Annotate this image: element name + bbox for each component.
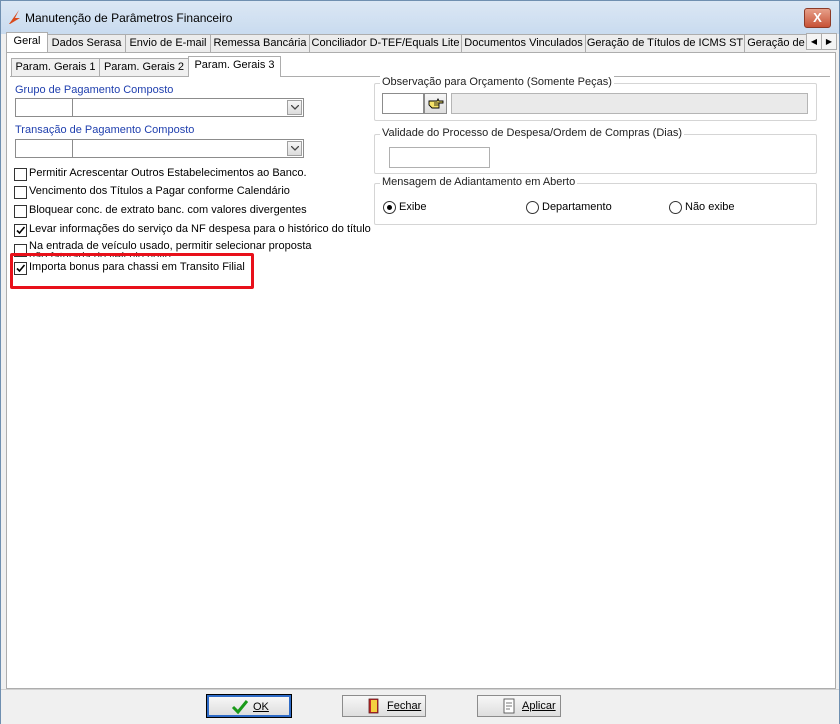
check-icon [16,226,26,235]
tab-scroll-left-button[interactable]: ◀ [806,33,822,50]
mensagem-adiantamento-title: Mensagem de Adiantamento em Aberto [380,176,578,188]
validade-processo-title: Validade do Processo de Despesa/Ordem de… [380,127,684,139]
checkbox-box[interactable] [14,224,27,237]
aplicar-button[interactable]: Aplicar [477,695,561,717]
checkbox-label: Importa bonus para chassi em Transito Fi… [29,261,245,273]
tab-geracao-icms-st[interactable]: Geração de Títulos de ICMS ST [585,34,745,52]
checkbox-label: Vencimento dos Títulos a Pagar conforme … [29,185,290,197]
subtab-param-gerais-3[interactable]: Param. Gerais 3 [188,56,281,77]
subtab-param-gerais-1[interactable]: Param. Gerais 1 [11,58,100,76]
checkbox-box[interactable] [14,205,27,218]
radio-button[interactable] [383,201,396,214]
chevron-down-icon[interactable] [287,100,302,115]
validade-processo-group: Validade do Processo de Despesa/Ordem de… [374,127,817,174]
param-gerais-3-content: Grupo de Pagamento Composto Transação de… [10,76,830,685]
checkmark-icon [231,700,249,715]
ok-label: OK [253,701,269,713]
title-bar: Manutenção de Parâmetros Financeiro X [1,1,839,34]
transacao-pagamento-select[interactable] [72,139,304,158]
observacao-orcamento-title: Observação para Orçamento (Somente Peças… [380,76,614,88]
transacao-pagamento-code-input[interactable] [15,139,73,158]
app-logo-icon [9,10,20,24]
tab-conciliador[interactable]: Conciliador D-TEF/Equals Lite [309,34,462,52]
close-button[interactable]: X [804,8,831,28]
checkbox-label: Permitir Acrescentar Outros Estabelecime… [29,167,307,179]
footer-bar: OK Fechar Aplicar [1,689,839,724]
sub-tab-strip: Param. Gerais 1 Param. Gerais 2 Param. G… [11,56,411,77]
window: Manutenção de Parâmetros Financeiro X Ge… [0,0,840,724]
tab-geracao-de[interactable]: Geração de [744,34,806,52]
ok-button[interactable]: OK [206,694,292,718]
checkbox-box[interactable] [14,262,27,275]
tab-envio-email[interactable]: Envio de E-mail [125,34,211,52]
grupo-pagamento-label: Grupo de Pagamento Composto [15,84,174,96]
geral-panel: Param. Gerais 1 Param. Gerais 2 Param. G… [6,52,836,689]
radio-label: Departamento [542,201,612,213]
observacao-desc-field [451,93,808,114]
observacao-orcamento-group: Observação para Orçamento (Somente Peças… [374,76,817,121]
radio-button[interactable] [526,201,539,214]
tab-scroll-right-button[interactable]: ▶ [821,33,837,50]
aplicar-label: Aplicar [522,700,556,712]
chevron-down-icon[interactable] [287,141,302,156]
observacao-code-input[interactable] [382,93,424,114]
radio-label: Não exibe [685,201,735,213]
checkbox-label: Levar informações do serviço da NF despe… [29,223,371,235]
grupo-pagamento-select[interactable] [72,98,304,117]
document-icon [503,698,515,714]
fechar-label: Fechar [387,700,422,712]
checkbox-label-line-2: não faturada do veículo novo. [29,251,174,257]
window-title: Manutenção de Parâmetros Financeiro [25,11,233,25]
transacao-pagamento-label: Transação de Pagamento Composto [15,124,195,136]
mensagem-adiantamento-group: Mensagem de Adiantamento em Aberto Exibe… [374,176,817,225]
fechar-button[interactable]: Fechar [342,695,426,717]
grupo-pagamento-code-input[interactable] [15,98,73,117]
pointing-hand-icon [428,97,444,109]
exit-door-icon [368,698,379,714]
main-tab-strip: Geral Dados Serasa Envio de E-mail Remes… [6,32,806,52]
checkbox-box[interactable] [14,186,27,199]
check-icon [16,264,26,273]
tab-documentos-vinculados[interactable]: Documentos Vinculados [461,34,586,52]
radio-button[interactable] [669,201,682,214]
tab-remessa-bancaria[interactable]: Remessa Bancária [210,34,310,52]
checkbox-box[interactable] [14,168,27,181]
subtab-param-gerais-2[interactable]: Param. Gerais 2 [99,58,189,76]
checkbox-box[interactable] [14,244,27,257]
tab-dados-serasa[interactable]: Dados Serasa [47,34,126,52]
validade-dias-input[interactable] [389,147,490,168]
tab-geral[interactable]: Geral [6,32,48,52]
checkbox-label: Bloquear conc. de extrato banc. com valo… [29,204,307,216]
radio-label: Exibe [399,201,427,213]
lookup-button[interactable] [424,93,447,114]
